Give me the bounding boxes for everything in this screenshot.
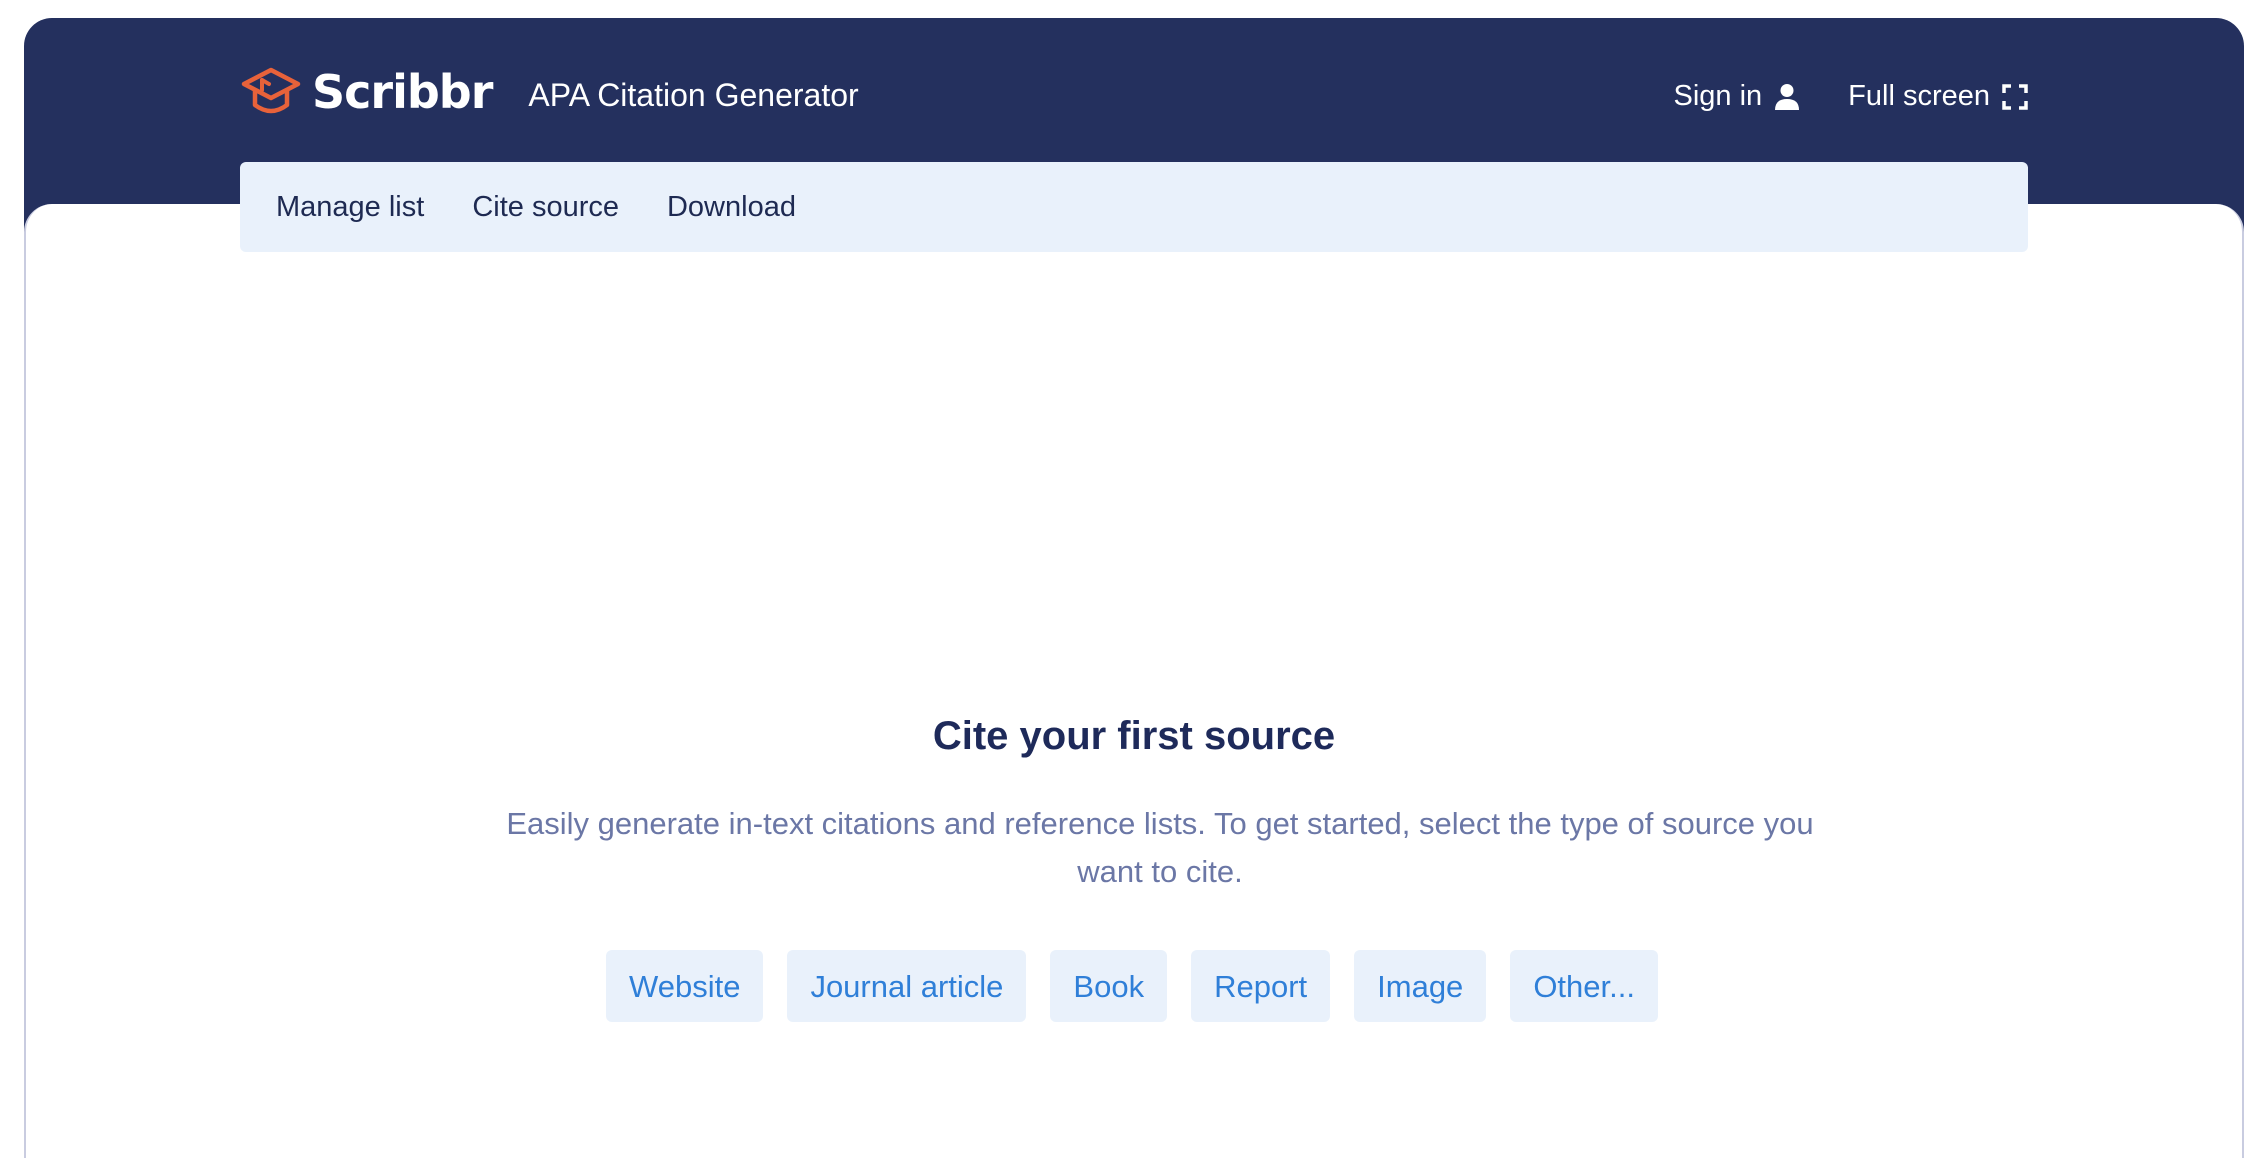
- empty-state-title: Cite your first source: [932, 714, 1336, 758]
- source-book-button[interactable]: Book: [1050, 950, 1168, 1022]
- user-icon: [1775, 83, 1800, 110]
- tab-cite-source[interactable]: Cite source: [472, 192, 619, 222]
- app-frame: Scribbr APA Citation Generator Sign in F…: [24, 18, 2244, 1158]
- source-journal-article-button[interactable]: Journal article: [787, 950, 1027, 1022]
- header-actions: Sign in Full screen: [1674, 80, 2029, 113]
- expand-icon: [2002, 83, 2028, 110]
- sign-in-button[interactable]: Sign in: [1674, 80, 1801, 113]
- tab-bar: Manage list Cite source Download: [240, 162, 2028, 252]
- source-website-button[interactable]: Website: [606, 950, 764, 1022]
- app-header: Scribbr APA Citation Generator Sign in F…: [24, 18, 2244, 168]
- brand: Scribbr APA Citation Generator: [240, 62, 859, 122]
- tab-manage-list[interactable]: Manage list: [276, 192, 424, 222]
- source-report-button[interactable]: Report: [1191, 950, 1331, 1022]
- source-type-buttons: Website Journal article Book Report Imag…: [24, 950, 2240, 1022]
- brand-name: Scribbr: [312, 65, 493, 119]
- main-content: Cite your first source Easily generate i…: [24, 204, 2244, 1158]
- full-screen-button[interactable]: Full screen: [1848, 80, 2028, 113]
- graduation-cap-icon: [241, 67, 301, 114]
- sign-in-label: Sign in: [1673, 80, 1763, 112]
- source-image-button[interactable]: Image: [1354, 950, 1487, 1022]
- app-title: APA Citation Generator: [528, 77, 859, 113]
- empty-state-description: Easily generate in-text citations and re…: [506, 806, 1814, 889]
- full-screen-label: Full screen: [1848, 80, 1990, 112]
- source-other-button[interactable]: Other...: [1510, 950, 1658, 1022]
- tab-download[interactable]: Download: [667, 192, 796, 222]
